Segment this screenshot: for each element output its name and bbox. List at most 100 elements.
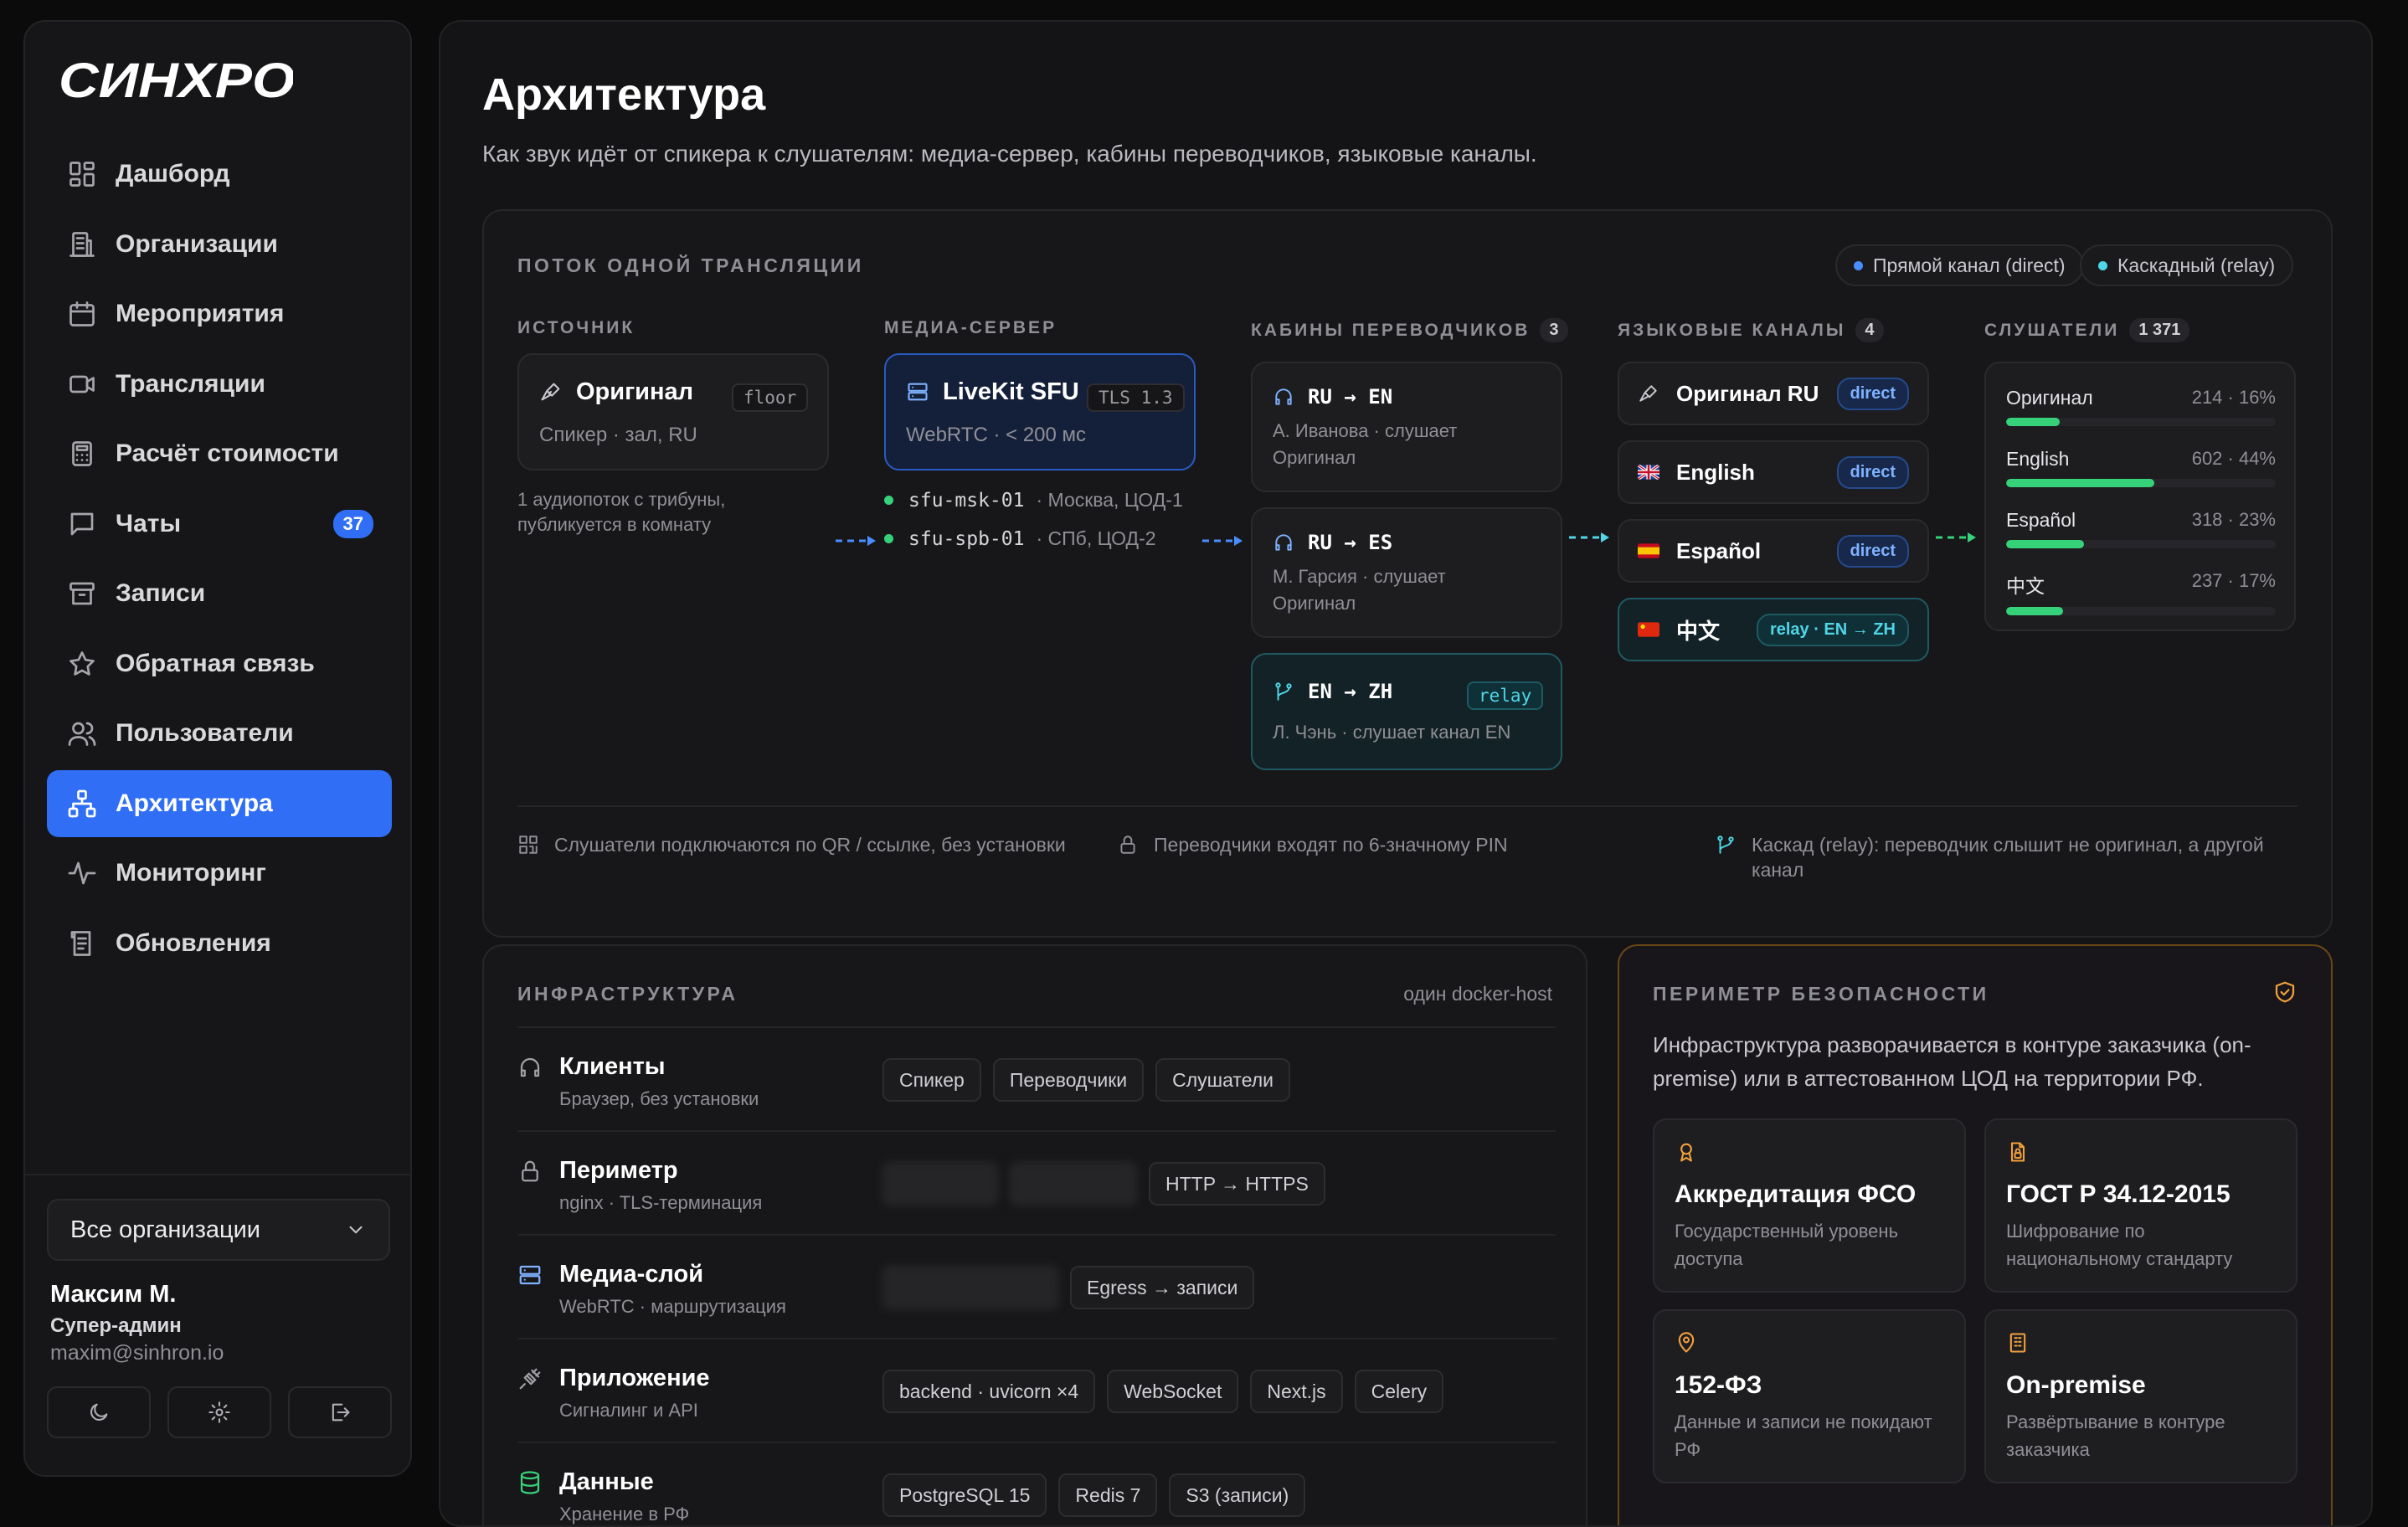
sidebar-item-recordings[interactable]: Записи — [47, 560, 392, 627]
security-card-label: ПЕРИМЕТР БЕЗОПАСНОСТИ — [1653, 983, 1989, 1005]
sidebar-item-dashboard[interactable]: Дашборд — [47, 141, 392, 208]
sidebar-item-feedback[interactable]: Обратная связь — [47, 630, 392, 697]
infra-row-clients: Клиенты Браузер, без установки Спикер Пе… — [517, 1026, 1556, 1130]
sidebar-item-label: Чаты — [116, 509, 182, 537]
microphone-icon — [1639, 385, 1657, 402]
security-tile: On-premise Развёртывание в контуре заказ… — [1984, 1309, 2297, 1483]
security-tile: Аккредитация ФСО Государственный уровень… — [1653, 1118, 1966, 1293]
booth-header: RU → EN — [1273, 385, 1392, 409]
shield-check-icon — [2275, 981, 2295, 1003]
security-perimeter-card: ПЕРИМЕТР БЕЗОПАСНОСТИ Инфраструктура раз… — [1618, 944, 2333, 1525]
sidebar-item-label: Мероприятия — [116, 300, 285, 327]
booth-interpreter: А. Иванова · слушает — [1273, 420, 1458, 441]
activity-icon — [68, 861, 96, 885]
listener-value: 237 · 17% — [2191, 570, 2276, 591]
calendar-icon — [69, 301, 95, 326]
logout-button[interactable] — [288, 1386, 392, 1438]
channel-original-ru[interactable]: Оригинал RU direct — [1618, 362, 1929, 425]
archive-icon — [69, 582, 95, 605]
source-note-line-1: 1 аудиопоток с трибуны, — [517, 489, 726, 510]
database-icon — [520, 1471, 540, 1494]
file-lock-icon — [2010, 1142, 2025, 1162]
user-email: maxim@sinhron.io — [50, 1341, 224, 1365]
infra-card-label: ИНФРАСТРУКТУРА — [517, 983, 738, 1005]
booth-node[interactable]: RU → ES М. Гарсия · слушает Оригинал — [1251, 507, 1562, 638]
booth-interpreter: М. Гарсия · слушает — [1273, 566, 1446, 587]
page-subtitle: Как звук идёт от спикера к слушателям: м… — [482, 141, 1537, 167]
listener-value: 214 · 16% — [2191, 387, 2276, 408]
source-note-line-2: публикуется в комнату — [517, 514, 712, 535]
server-building-icon — [2009, 1333, 2026, 1353]
server-status-dot — [884, 496, 893, 505]
channel-mode-pill: relay · EN → ZH — [1756, 613, 1909, 646]
channel-name: 中文 — [1676, 618, 1721, 644]
infra-row-media: Медиа-слой WebRTC · маршрутизация Egress… — [517, 1234, 1556, 1338]
settings-button[interactable] — [167, 1386, 271, 1438]
chevron-down-icon — [349, 1226, 363, 1234]
channel-spanish[interactable]: Español direct — [1618, 519, 1929, 583]
footnote-qr: Слушатели подключаются по QR / ссылке, б… — [517, 832, 1066, 857]
source-label: ИСТОЧНИК — [517, 318, 635, 337]
infra-row-title: Данные — [559, 1468, 654, 1495]
sidebar-item-architecture[interactable]: Архитектура — [47, 769, 392, 837]
sidebar: СИНХРОН Дашборд Организации Мероприятия … — [23, 20, 412, 1477]
security-tile: 152-ФЗ Данные и записи не покидают РФ — [1653, 1309, 1966, 1483]
sidebar-item-organizations[interactable]: Организации — [47, 211, 392, 278]
organization-select[interactable]: Все организации — [47, 1199, 390, 1261]
flow-arrow — [836, 536, 876, 546]
infrastructure-card: ИНФРАСТРУКТУРА один docker-host Клиенты … — [482, 944, 1587, 1525]
main-panel: Архитектура Как звук идёт от спикера к с… — [439, 20, 2373, 1527]
channels-count: 4 — [1855, 318, 1884, 342]
source-node[interactable]: Оригинал floor Спикер · зал, RU — [517, 353, 829, 470]
infra-chip: Переводчики — [992, 1058, 1145, 1102]
sidebar-item-pricing[interactable]: Расчёт стоимости — [47, 420, 392, 487]
infra-host-label: один docker-host — [1403, 983, 1552, 1005]
users-icon — [68, 722, 96, 746]
media-server-node[interactable]: LiveKit SFU TLS 1.3 WebRTC · < 200 мс — [884, 353, 1196, 470]
branch-icon — [1717, 835, 1734, 854]
booth-header: EN → ZH — [1273, 680, 1392, 703]
video-icon — [69, 375, 95, 393]
footnote-pin-text: Переводчики входят по 6-значному PIN — [1154, 834, 1508, 856]
listener-share-bar — [2006, 418, 2276, 426]
booth-header: RU → ES — [1273, 531, 1392, 554]
chat-count-badge: 37 — [332, 509, 373, 538]
infra-chip: Next.js — [1250, 1370, 1343, 1413]
sidebar-item-chats[interactable]: Чаты 37 — [47, 491, 392, 558]
listeners-count: 1 371 — [2129, 318, 2190, 342]
flow-arrow — [1569, 532, 1609, 542]
channel-chinese[interactable]: 中文 relay · EN → ZH — [1618, 598, 1929, 661]
server-name: sfu-msk-01 — [908, 489, 1025, 512]
media-column-label: МЕДИА-СЕРВЕР — [884, 318, 1057, 338]
flow-arrow — [1202, 536, 1243, 546]
listener-value: 318 · 23% — [2191, 509, 2276, 530]
source-subtitle: Спикер · зал, RU — [539, 424, 697, 446]
listener-language: Español — [2006, 509, 2076, 531]
relay-tag: relay — [1467, 681, 1544, 710]
infra-row-title: Клиенты — [559, 1053, 666, 1080]
sidebar-item-broadcasts[interactable]: Трансляции — [47, 351, 392, 418]
server-icon — [908, 383, 928, 401]
sidebar-item-label: Обратная связь — [116, 649, 315, 677]
uk-flag-icon — [1638, 465, 1659, 480]
sidebar-item-updates[interactable]: Обновления — [47, 910, 392, 977]
headphones-icon — [1275, 388, 1292, 405]
security-tile-title: ГОСТ Р 34.12-2015 — [2006, 1180, 2230, 1208]
sidebar-item-users[interactable]: Пользователи — [47, 700, 392, 767]
security-tile-subtitle: Шифрование по национальному стандарту — [2006, 1221, 2233, 1269]
sidebar-item-monitoring[interactable]: Мониторинг — [47, 840, 392, 907]
server-row: sfu-msk-01 · Москва, ЦОД-1 — [884, 489, 1183, 512]
media-server-title: LiveKit SFU — [943, 378, 1079, 405]
channel-english[interactable]: English direct — [1618, 440, 1929, 504]
infra-row-subtitle: WebRTC · маршрутизация — [559, 1296, 786, 1317]
booth-node-relay[interactable]: EN → ZH relay Л. Чэнь · слушает канал EN — [1251, 653, 1562, 770]
listeners-label: СЛУШАТЕЛИ — [1984, 320, 2120, 340]
security-tile-subtitle: Государственный уровень доступа — [1675, 1221, 1899, 1269]
sidebar-item-events[interactable]: Мероприятия — [47, 280, 392, 347]
listeners-column-label: СЛУШАТЕЛИ 1 371 — [1984, 318, 2190, 342]
listener-value: 602 · 44% — [2191, 448, 2276, 469]
infra-row-data: Данные Хранение в РФ PostgreSQL 15 Redis… — [517, 1442, 1556, 1525]
booth-node[interactable]: RU → EN А. Иванова · слушает Оригинал — [1251, 362, 1562, 492]
theme-toggle-button[interactable] — [47, 1386, 151, 1438]
legend-direct: Прямой канал (direct) — [1835, 244, 2084, 286]
